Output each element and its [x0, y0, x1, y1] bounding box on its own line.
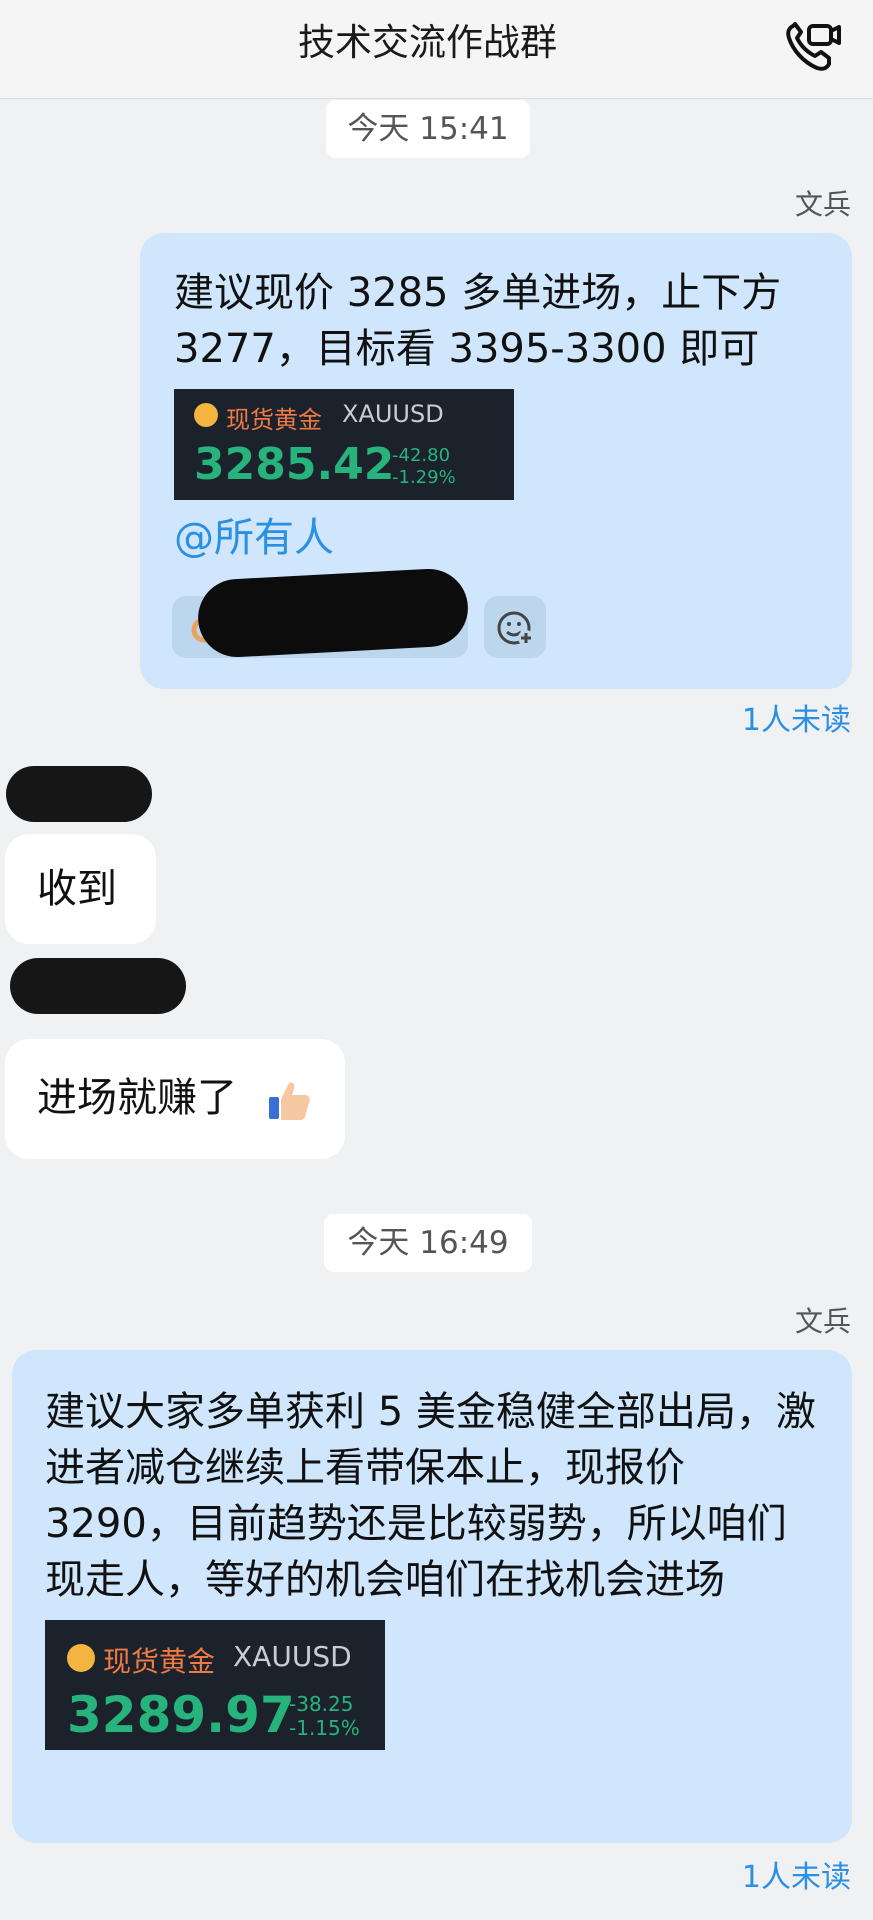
message-text: 进场就赚了	[37, 1075, 237, 1121]
gold-quote-card[interactable]: 现货黄金 XAUUSD 3289.97 -38.25 -1.15%	[45, 1620, 385, 1750]
gold-coin-icon	[67, 1644, 95, 1672]
redacted-mark	[196, 566, 470, 660]
mention-all[interactable]: @所有人	[174, 510, 822, 566]
sender-name: 文兵	[794, 1305, 851, 1338]
message-bubble-outgoing[interactable]: 建议大家多单获利 5 美金稳健全部出局，激进者减仓继续上看带保本止，现报价 32…	[12, 1350, 852, 1843]
quote-name: 现货黄金	[226, 406, 322, 434]
quote-symbol: XAUUSD	[233, 1640, 352, 1673]
redacted-sender	[10, 958, 186, 1014]
gold-quote-card[interactable]: 现货黄金 XAUUSD 3285.42 -42.80 -1.29%	[174, 389, 514, 500]
quote-change-percent: -1.15%	[289, 1716, 360, 1740]
read-status[interactable]: 1人未读	[742, 703, 851, 739]
message-bubble-incoming[interactable]: 进场就赚了	[5, 1039, 345, 1159]
quote-change-percent: -1.29%	[392, 467, 456, 488]
message-bubble-incoming[interactable]: 收到	[5, 834, 156, 944]
quote-symbol: XAUUSD	[342, 400, 444, 428]
timestamp-pill: 今天 16:49	[324, 1214, 532, 1272]
video-call-icon[interactable]	[783, 18, 843, 74]
quote-name: 现货黄金	[103, 1645, 216, 1678]
quote-change: -42.80	[392, 445, 451, 466]
timestamp-pill: 今天 15:41	[326, 100, 530, 158]
gold-coin-icon	[194, 403, 218, 427]
chat-title: 技术交流作战群	[298, 21, 557, 64]
chat-header: 技术交流作战群	[0, 0, 873, 99]
thumbs-up-icon	[269, 1082, 310, 1120]
add-emoji-icon	[497, 611, 534, 646]
redacted-sender	[6, 766, 152, 822]
sender-name: 文兵	[794, 188, 851, 221]
message-text: 收到	[37, 866, 117, 912]
quote-price: 3289.97	[67, 1686, 295, 1744]
message-text: 建议现价 3285 多单进场，止下方 3277，目标看 3395-3300 即可	[174, 270, 782, 372]
message-text: 建议大家多单获利 5 美金稳健全部出局，激进者减仓继续上看带保本止，现报价 32…	[45, 1389, 816, 1603]
add-reaction-button[interactable]	[484, 596, 546, 658]
quote-change: -38.25	[289, 1692, 354, 1716]
quote-price: 3285.42	[194, 439, 395, 490]
read-status[interactable]: 1人未读	[742, 1860, 851, 1896]
